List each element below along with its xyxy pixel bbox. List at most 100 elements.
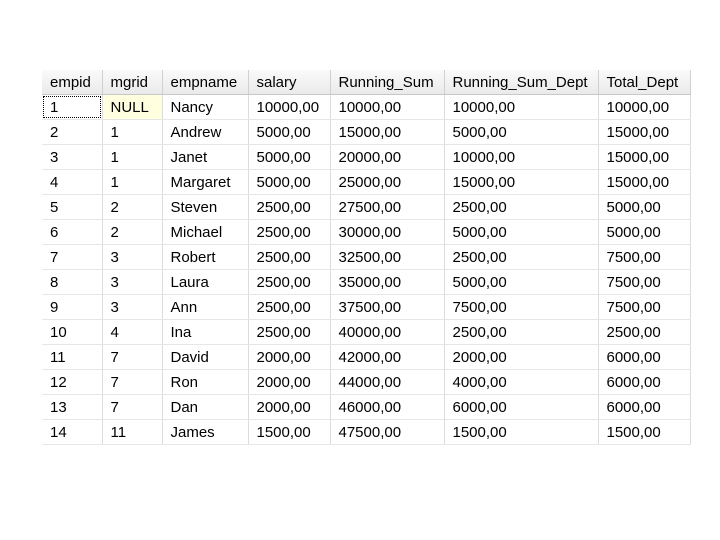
cell-running-sum[interactable]: 47500,00 [330, 419, 445, 445]
cell-mgrid[interactable]: 3 [102, 294, 163, 320]
cell-running-sum-dept[interactable]: 7500,00 [444, 294, 599, 320]
cell-total-dept[interactable]: 6000,00 [598, 344, 691, 370]
cell-mgrid[interactable]: 7 [102, 394, 163, 420]
cell-total-dept[interactable]: 15000,00 [598, 144, 691, 170]
cell-total-dept[interactable]: 15000,00 [598, 119, 691, 145]
cell-mgrid[interactable]: 2 [102, 194, 163, 220]
column-header-mgrid[interactable]: mgrid [102, 70, 163, 95]
column-header-running-sum-dept[interactable]: Running_Sum_Dept [444, 70, 599, 95]
cell-mgrid[interactable]: NULL [102, 94, 163, 120]
cell-running-sum[interactable]: 44000,00 [330, 369, 445, 395]
cell-running-sum-dept[interactable]: 1500,00 [444, 419, 599, 445]
cell-salary[interactable]: 2500,00 [248, 244, 331, 270]
cell-salary[interactable]: 2000,00 [248, 369, 331, 395]
cell-empid[interactable]: 14 [42, 419, 103, 445]
table-row[interactable]: 12 7 Ron 2000,00 44000,00 4000,00 6000,00 [42, 369, 691, 395]
cell-total-dept[interactable]: 2500,00 [598, 319, 691, 345]
cell-empid[interactable]: 5 [42, 194, 103, 220]
cell-empid[interactable]: 9 [42, 294, 103, 320]
cell-running-sum-dept[interactable]: 2000,00 [444, 344, 599, 370]
cell-mgrid[interactable]: 7 [102, 344, 163, 370]
cell-empid[interactable]: 11 [42, 344, 103, 370]
column-header-running-sum[interactable]: Running_Sum [330, 70, 445, 95]
cell-mgrid[interactable]: 3 [102, 269, 163, 295]
cell-empname[interactable]: Laura [162, 269, 249, 295]
cell-total-dept[interactable]: 7500,00 [598, 294, 691, 320]
cell-running-sum[interactable]: 46000,00 [330, 394, 445, 420]
cell-mgrid[interactable]: 1 [102, 169, 163, 195]
column-header-total-dept[interactable]: Total_Dept [598, 70, 691, 95]
cell-salary[interactable]: 2000,00 [248, 344, 331, 370]
cell-total-dept[interactable]: 15000,00 [598, 169, 691, 195]
cell-running-sum-dept[interactable]: 5000,00 [444, 119, 599, 145]
cell-empid[interactable]: 7 [42, 244, 103, 270]
cell-empname[interactable]: Michael [162, 219, 249, 245]
cell-running-sum-dept[interactable]: 6000,00 [444, 394, 599, 420]
cell-running-sum-dept[interactable]: 15000,00 [444, 169, 599, 195]
cell-running-sum[interactable]: 20000,00 [330, 144, 445, 170]
cell-running-sum[interactable]: 25000,00 [330, 169, 445, 195]
table-row[interactable]: 9 3 Ann 2500,00 37500,00 7500,00 7500,00 [42, 294, 691, 320]
cell-empid[interactable]: 12 [42, 369, 103, 395]
table-row[interactable]: 6 2 Michael 2500,00 30000,00 5000,00 5000,00 [42, 219, 691, 245]
cell-total-dept[interactable]: 10000,00 [598, 94, 691, 120]
cell-empname[interactable]: Robert [162, 244, 249, 270]
cell-salary[interactable]: 1500,00 [248, 419, 331, 445]
table-row[interactable]: 10 4 Ina 2500,00 40000,00 2500,00 2500,00 [42, 319, 691, 345]
cell-mgrid[interactable]: 7 [102, 369, 163, 395]
cell-empid[interactable]: 8 [42, 269, 103, 295]
table-row[interactable]: 1 NULL Nancy 10000,00 10000,00 10000,00 10000,… [42, 94, 691, 120]
table-row[interactable]: 11 7 David 2000,00 42000,00 2000,00 6000,00 [42, 344, 691, 370]
cell-empname[interactable]: Andrew [162, 119, 249, 145]
table-row[interactable]: 5 2 Steven 2500,00 27500,00 2500,00 5000,00 [42, 194, 691, 220]
table-row[interactable]: 2 1 Andrew 5000,00 15000,00 5000,00 15000,00 [42, 119, 691, 145]
cell-total-dept[interactable]: 1500,00 [598, 419, 691, 445]
cell-total-dept[interactable]: 5000,00 [598, 219, 691, 245]
cell-running-sum-dept[interactable]: 2500,00 [444, 244, 599, 270]
cell-running-sum[interactable]: 42000,00 [330, 344, 445, 370]
table-row[interactable]: 8 3 Laura 2500,00 35000,00 5000,00 7500,00 [42, 269, 691, 295]
cell-running-sum[interactable]: 40000,00 [330, 319, 445, 345]
cell-empid[interactable]: 2 [42, 119, 103, 145]
cell-mgrid[interactable]: 2 [102, 219, 163, 245]
cell-salary[interactable]: 2500,00 [248, 219, 331, 245]
cell-total-dept[interactable]: 7500,00 [598, 269, 691, 295]
cell-empid[interactable]: 13 [42, 394, 103, 420]
cell-running-sum-dept[interactable]: 5000,00 [444, 219, 599, 245]
cell-salary[interactable]: 5000,00 [248, 169, 331, 195]
results-grid[interactable]: empid mgrid empname salary Running_Sum R… [42, 70, 691, 445]
cell-running-sum[interactable]: 35000,00 [330, 269, 445, 295]
cell-running-sum-dept[interactable]: 2500,00 [444, 319, 599, 345]
cell-empid[interactable]: 6 [42, 219, 103, 245]
cell-mgrid[interactable]: 1 [102, 119, 163, 145]
cell-empname[interactable]: Dan [162, 394, 249, 420]
cell-empid[interactable]: 1 [42, 94, 103, 120]
cell-mgrid[interactable]: 3 [102, 244, 163, 270]
column-header-empid[interactable]: empid [42, 70, 103, 95]
cell-empname[interactable]: Nancy [162, 94, 249, 120]
cell-running-sum[interactable]: 30000,00 [330, 219, 445, 245]
table-row[interactable]: 4 1 Margaret 5000,00 25000,00 15000,00 15000,0… [42, 169, 691, 195]
cell-mgrid[interactable]: 4 [102, 319, 163, 345]
cell-empname[interactable]: Ron [162, 369, 249, 395]
cell-empname[interactable]: Ina [162, 319, 249, 345]
table-row[interactable]: 3 1 Janet 5000,00 20000,00 10000,00 15000,00 [42, 144, 691, 170]
table-row[interactable]: 14 11 James 1500,00 47500,00 1500,00 1500,00 [42, 419, 691, 445]
cell-total-dept[interactable]: 7500,00 [598, 244, 691, 270]
cell-empid[interactable]: 10 [42, 319, 103, 345]
table-row[interactable]: 7 3 Robert 2500,00 32500,00 2500,00 7500,00 [42, 244, 691, 270]
cell-total-dept[interactable]: 6000,00 [598, 369, 691, 395]
cell-running-sum-dept[interactable]: 2500,00 [444, 194, 599, 220]
column-header-empname[interactable]: empname [162, 70, 249, 95]
cell-running-sum[interactable]: 32500,00 [330, 244, 445, 270]
cell-salary[interactable]: 5000,00 [248, 119, 331, 145]
cell-empname[interactable]: Steven [162, 194, 249, 220]
cell-running-sum-dept[interactable]: 10000,00 [444, 144, 599, 170]
cell-running-sum-dept[interactable]: 4000,00 [444, 369, 599, 395]
cell-salary[interactable]: 10000,00 [248, 94, 331, 120]
cell-salary[interactable]: 2000,00 [248, 394, 331, 420]
cell-running-sum[interactable]: 10000,00 [330, 94, 445, 120]
cell-empid[interactable]: 4 [42, 169, 103, 195]
cell-running-sum[interactable]: 27500,00 [330, 194, 445, 220]
cell-running-sum-dept[interactable]: 10000,00 [444, 94, 599, 120]
